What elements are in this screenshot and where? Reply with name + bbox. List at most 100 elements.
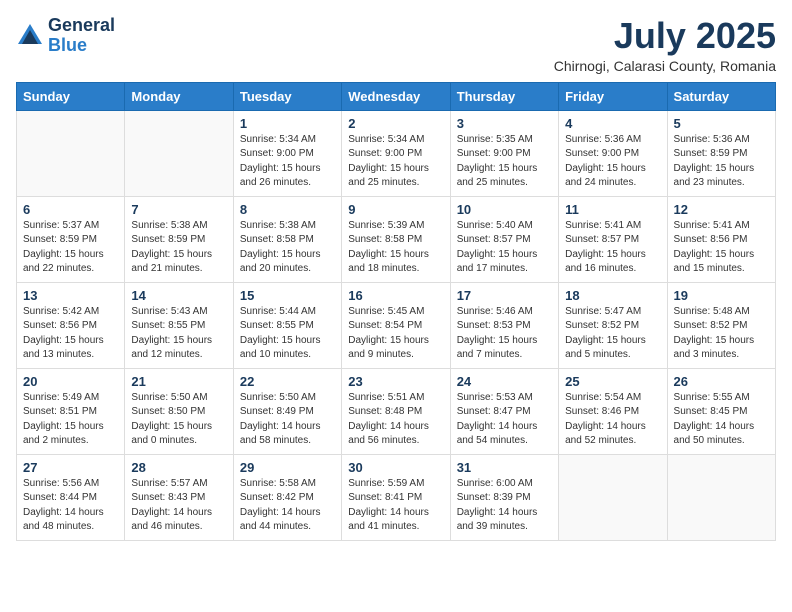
day-cell-4-1: 28 Sunrise: 5:57 AM Sunset: 8:43 PM Dayli…: [125, 454, 233, 540]
day-cell-4-4: 31Sunrise: 6:00 AM Sunset: 8:39 PM Dayli…: [450, 454, 558, 540]
day-number: 9: [348, 202, 443, 217]
day-info: Sunrise: 5:34 AM Sunset: 9:00 PM Dayligh…: [240, 133, 335, 191]
day-cell-0-1: [125, 110, 233, 196]
location-title: Chirnogi, Calarasi County, Romania: [554, 58, 776, 74]
day-cell-4-0: 27 Sunrise: 5:56 AM Sunset: 8:44 PM Dayli…: [17, 454, 125, 540]
day-cell-4-6: [667, 454, 775, 540]
day-info: Sunrise: 5:51 AM Sunset: 8:48 PM Dayligh…: [348, 391, 443, 449]
day-number: 27: [23, 460, 118, 475]
logo: General Blue: [16, 16, 115, 56]
day-info: Sunrise: 5:39 AM Sunset: 8:58 PM Dayligh…: [348, 219, 443, 277]
day-cell-1-4: 10Sunrise: 5:40 AM Sunset: 8:57 PM Dayli…: [450, 196, 558, 282]
day-number: 16: [348, 288, 443, 303]
day-cell-0-6: 5 Sunrise: 5:36 AM Sunset: 8:59 PM Daylig…: [667, 110, 775, 196]
day-info: Sunrise: 5:36 AM Sunset: 8:59 PM Dayligh…: [674, 133, 769, 191]
col-wednesday: Wednesday: [342, 82, 450, 110]
logo-general: General: [48, 15, 115, 35]
col-friday: Friday: [559, 82, 667, 110]
col-saturday: Saturday: [667, 82, 775, 110]
day-cell-3-1: 21 Sunrise: 5:50 AM Sunset: 8:50 PM Dayli…: [125, 368, 233, 454]
day-info: Sunrise: 5:36 AM Sunset: 9:00 PM Dayligh…: [565, 133, 660, 191]
day-cell-1-5: 11 Sunrise: 5:41 AM Sunset: 8:57 PM Dayli…: [559, 196, 667, 282]
day-number: 29: [240, 460, 335, 475]
day-info: Sunrise: 5:54 AM Sunset: 8:46 PM Dayligh…: [565, 391, 660, 449]
day-cell-2-3: 16Sunrise: 5:45 AM Sunset: 8:54 PM Dayli…: [342, 282, 450, 368]
day-info: Sunrise: 5:59 AM Sunset: 8:41 PM Dayligh…: [348, 477, 443, 535]
day-number: 11: [565, 202, 660, 217]
header: General Blue July 2025 Chirnogi, Calaras…: [16, 16, 776, 74]
logo-icon: [16, 22, 44, 50]
day-number: 6: [23, 202, 118, 217]
day-cell-0-2: 1 Sunrise: 5:34 AM Sunset: 9:00 PM Daylig…: [233, 110, 341, 196]
day-info: Sunrise: 5:50 AM Sunset: 8:49 PM Dayligh…: [240, 391, 335, 449]
month-title: July 2025: [554, 16, 776, 56]
logo-blue: Blue: [48, 35, 87, 55]
day-cell-2-1: 14Sunrise: 5:43 AM Sunset: 8:55 PM Dayli…: [125, 282, 233, 368]
day-number: 2: [348, 116, 443, 131]
day-number: 4: [565, 116, 660, 131]
day-number: 1: [240, 116, 335, 131]
day-number: 24: [457, 374, 552, 389]
day-cell-1-6: 12 Sunrise: 5:41 AM Sunset: 8:56 PM Dayli…: [667, 196, 775, 282]
day-info: Sunrise: 5:41 AM Sunset: 8:56 PM Dayligh…: [674, 219, 769, 277]
week-row-2: 6Sunrise: 5:37 AM Sunset: 8:59 PM Daylig…: [17, 196, 776, 282]
day-number: 26: [674, 374, 769, 389]
day-number: 15: [240, 288, 335, 303]
day-info: Sunrise: 5:38 AM Sunset: 8:58 PM Dayligh…: [240, 219, 335, 277]
calendar-table: Sunday Monday Tuesday Wednesday Thursday…: [16, 82, 776, 541]
col-monday: Monday: [125, 82, 233, 110]
day-info: Sunrise: 5:58 AM Sunset: 8:42 PM Dayligh…: [240, 477, 335, 535]
col-thursday: Thursday: [450, 82, 558, 110]
col-tuesday: Tuesday: [233, 82, 341, 110]
day-number: 5: [674, 116, 769, 131]
day-number: 28: [131, 460, 226, 475]
day-number: 25: [565, 374, 660, 389]
day-info: Sunrise: 5:34 AM Sunset: 9:00 PM Dayligh…: [348, 133, 443, 191]
day-number: 14: [131, 288, 226, 303]
day-cell-0-0: [17, 110, 125, 196]
day-info: Sunrise: 5:42 AM Sunset: 8:56 PM Dayligh…: [23, 305, 118, 363]
day-cell-3-0: 20 Sunrise: 5:49 AM Sunset: 8:51 PM Dayli…: [17, 368, 125, 454]
day-number: 7: [131, 202, 226, 217]
day-info: Sunrise: 5:44 AM Sunset: 8:55 PM Dayligh…: [240, 305, 335, 363]
week-row-5: 27 Sunrise: 5:56 AM Sunset: 8:44 PM Dayli…: [17, 454, 776, 540]
day-info: Sunrise: 5:50 AM Sunset: 8:50 PM Dayligh…: [131, 391, 226, 449]
day-cell-2-2: 15 Sunrise: 5:44 AM Sunset: 8:55 PM Dayli…: [233, 282, 341, 368]
col-sunday: Sunday: [17, 82, 125, 110]
day-number: 31: [457, 460, 552, 475]
day-cell-0-5: 4 Sunrise: 5:36 AM Sunset: 9:00 PM Daylig…: [559, 110, 667, 196]
day-number: 21: [131, 374, 226, 389]
day-info: Sunrise: 5:49 AM Sunset: 8:51 PM Dayligh…: [23, 391, 118, 449]
day-number: 3: [457, 116, 552, 131]
day-info: Sunrise: 5:53 AM Sunset: 8:47 PM Dayligh…: [457, 391, 552, 449]
day-cell-2-6: 19 Sunrise: 5:48 AM Sunset: 8:52 PM Dayli…: [667, 282, 775, 368]
day-cell-1-1: 7 Sunrise: 5:38 AM Sunset: 8:59 PM Daylig…: [125, 196, 233, 282]
day-info: Sunrise: 5:38 AM Sunset: 8:59 PM Dayligh…: [131, 219, 226, 277]
day-number: 8: [240, 202, 335, 217]
day-cell-3-3: 23Sunrise: 5:51 AM Sunset: 8:48 PM Dayli…: [342, 368, 450, 454]
day-info: Sunrise: 5:35 AM Sunset: 9:00 PM Dayligh…: [457, 133, 552, 191]
day-info: Sunrise: 5:57 AM Sunset: 8:43 PM Dayligh…: [131, 477, 226, 535]
header-row: Sunday Monday Tuesday Wednesday Thursday…: [17, 82, 776, 110]
day-number: 22: [240, 374, 335, 389]
day-info: Sunrise: 5:48 AM Sunset: 8:52 PM Dayligh…: [674, 305, 769, 363]
logo-text: General Blue: [48, 16, 115, 56]
day-number: 13: [23, 288, 118, 303]
day-number: 30: [348, 460, 443, 475]
day-info: Sunrise: 5:55 AM Sunset: 8:45 PM Dayligh…: [674, 391, 769, 449]
day-number: 20: [23, 374, 118, 389]
title-area: July 2025 Chirnogi, Calarasi County, Rom…: [554, 16, 776, 74]
day-info: Sunrise: 5:56 AM Sunset: 8:44 PM Dayligh…: [23, 477, 118, 535]
day-info: Sunrise: 5:41 AM Sunset: 8:57 PM Dayligh…: [565, 219, 660, 277]
day-cell-0-4: 3 Sunrise: 5:35 AM Sunset: 9:00 PM Daylig…: [450, 110, 558, 196]
day-cell-2-5: 18Sunrise: 5:47 AM Sunset: 8:52 PM Dayli…: [559, 282, 667, 368]
day-cell-4-5: [559, 454, 667, 540]
week-row-3: 13 Sunrise: 5:42 AM Sunset: 8:56 PM Dayli…: [17, 282, 776, 368]
day-number: 12: [674, 202, 769, 217]
day-cell-2-4: 17Sunrise: 5:46 AM Sunset: 8:53 PM Dayli…: [450, 282, 558, 368]
day-number: 19: [674, 288, 769, 303]
day-info: Sunrise: 5:40 AM Sunset: 8:57 PM Dayligh…: [457, 219, 552, 277]
day-cell-3-4: 24 Sunrise: 5:53 AM Sunset: 8:47 PM Dayli…: [450, 368, 558, 454]
day-cell-1-0: 6Sunrise: 5:37 AM Sunset: 8:59 PM Daylig…: [17, 196, 125, 282]
day-cell-4-3: 30 Sunrise: 5:59 AM Sunset: 8:41 PM Dayli…: [342, 454, 450, 540]
